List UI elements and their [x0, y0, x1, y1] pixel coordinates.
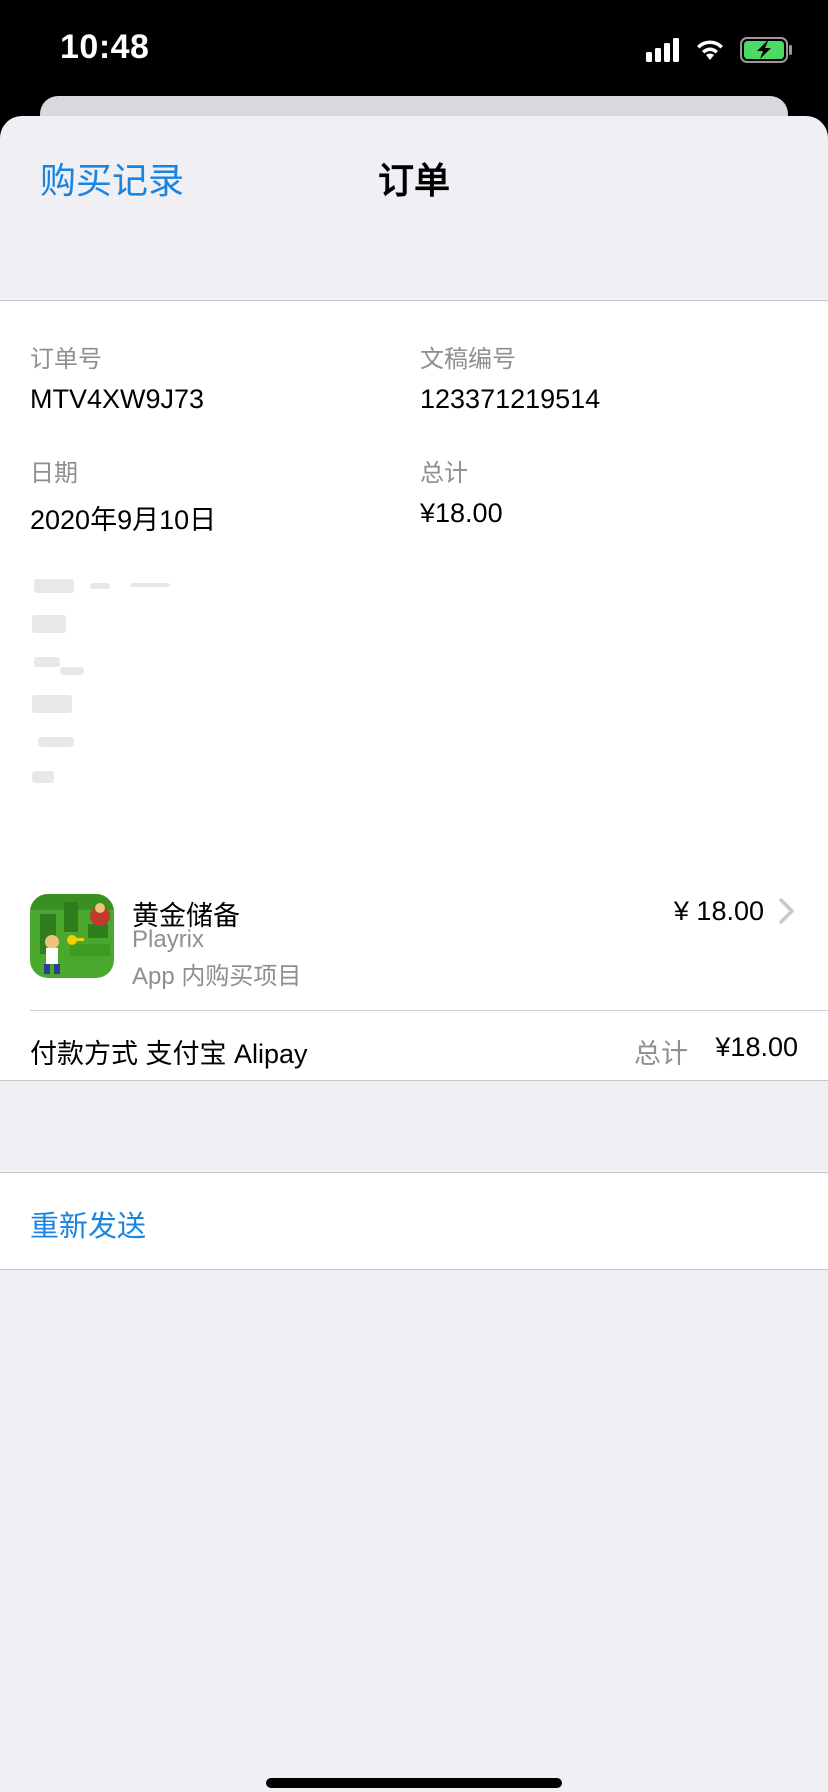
chevron-right-icon[interactable]: [776, 896, 798, 926]
item-type: App 内购买项目: [132, 963, 302, 990]
game-app-icon[interactable]: [30, 894, 114, 978]
document-number-value: 123371219514: [420, 384, 601, 414]
redacted-address-block: [30, 571, 190, 811]
payment-method: 付款方式 支付宝 Alipay: [30, 1039, 308, 1069]
document-number-label: 文稿编号: [420, 346, 516, 373]
payment-total-value: ¥18.00: [715, 1032, 798, 1062]
order-info-card: 订单号 MTV4XW9J73 文稿编号 123371219514 日期 2020…: [0, 300, 828, 876]
order-number-label: 订单号: [30, 346, 102, 373]
page-title: 订单: [377, 160, 450, 201]
document-number-field: 文稿编号 123371219514: [420, 339, 600, 415]
resend-card: 重新发送: [0, 1172, 828, 1270]
total-label: 总计: [420, 460, 468, 487]
status-icons: [646, 36, 794, 64]
item-price[interactable]: ¥ 18.00: [674, 896, 764, 927]
resend-button[interactable]: 重新发送: [30, 1203, 146, 1245]
date-value: 2020年9月10日: [30, 505, 217, 535]
home-indicator[interactable]: [266, 1778, 562, 1788]
payment-total-label: 总计: [634, 1039, 688, 1069]
wifi-icon: [697, 40, 723, 60]
item-developer: Playrix: [132, 926, 205, 953]
status-bar: 10:48: [0, 0, 828, 96]
date-label: 日期: [30, 460, 78, 487]
total-field: 总计 ¥18.00: [420, 453, 503, 529]
purchase-item-card: 黄金储备 Playrix App 内购买项目 ¥ 18.00 付款方式 支付宝 …: [0, 874, 828, 1081]
order-number-field: 订单号 MTV4XW9J73: [30, 339, 204, 415]
total-value: ¥18.00: [420, 498, 503, 528]
signal-icon: [646, 38, 679, 62]
date-field: 日期 2020年9月10日: [30, 453, 216, 537]
order-sheet: 购买记录 订单 订单号 MTV4XW9J73 文稿编号 123371219514…: [0, 116, 828, 1792]
status-time: 10:48: [60, 28, 150, 66]
battery-charging-icon: [740, 37, 792, 63]
navigation-bar: 购买记录 订单: [0, 116, 828, 300]
payment-row: 付款方式 支付宝 Alipay 总计 ¥18.00: [0, 1010, 828, 1080]
order-number-value: MTV4XW9J73: [30, 384, 205, 414]
